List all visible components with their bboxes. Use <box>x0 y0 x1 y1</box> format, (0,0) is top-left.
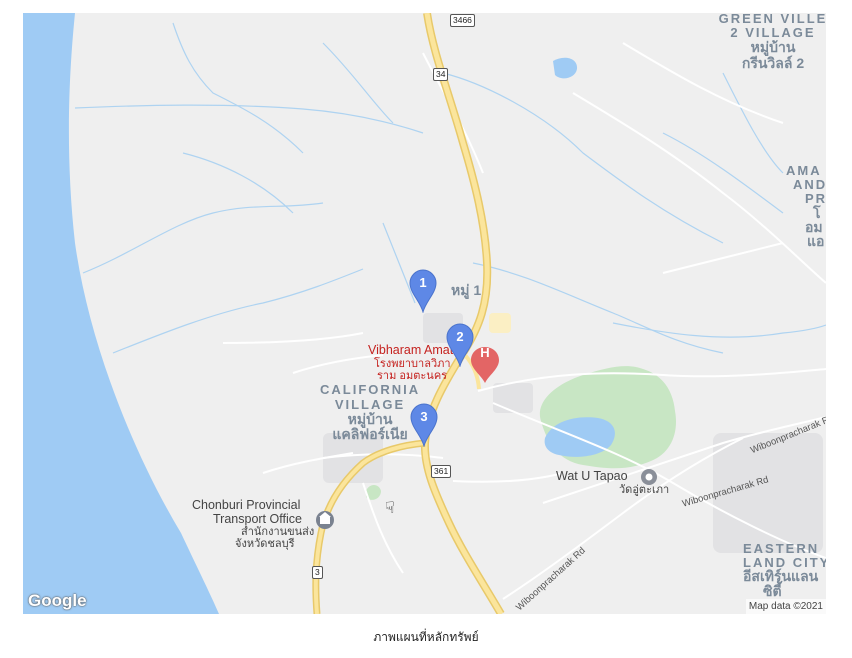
route-shield-34: 34 <box>433 68 449 81</box>
area-label-california-village: VILLAGE <box>334 397 406 412</box>
map-marker-2[interactable]: 2 <box>446 323 474 367</box>
poi-label-transport-office-th: สำนักงานขนส่ง <box>241 526 315 538</box>
poi-label-transport-office-th2: จังหวัดชลบุรี <box>235 538 295 550</box>
area-label-moo1: หมู่ 1 <box>451 282 482 298</box>
route-shield-3: 3 <box>312 566 323 579</box>
poi-label-temple[interactable]: Wat U Tapao <box>556 470 628 483</box>
area-label-california: CALIFORNIA <box>320 382 421 397</box>
area-label-green-ville-th: หมู่บ้าน <box>750 39 796 55</box>
area-label-green-ville: GREEN VILLE <box>718 13 826 26</box>
area-label-eastern-th: อีสเทิร์นแลน <box>743 568 819 584</box>
map-caption: ภาพแผนที่หลักทรัพย์ <box>373 630 479 644</box>
area-label-eastern-th2: ซิตี้ <box>763 583 782 599</box>
map-canvas[interactable] <box>23 13 826 614</box>
area-label-green-ville-th2: กรีนวิลล์ 2 <box>741 55 805 71</box>
government-building-icon <box>316 511 334 529</box>
map-attribution[interactable]: Map data ©2021 <box>745 599 826 614</box>
route-shield-3466: 3466 <box>450 14 475 27</box>
marker-label: 1 <box>419 275 427 290</box>
area-label-ama-4: โ <box>813 205 821 221</box>
area-label-ama-5: อม <box>805 219 823 235</box>
area-label-ama-3: PR <box>805 191 826 206</box>
hand-cursor-icon: ☟ <box>385 500 395 517</box>
area-label-green-ville-2: 2 VILLAGE <box>730 25 816 40</box>
marker-label: 3 <box>420 409 428 424</box>
temple-icon <box>641 469 657 485</box>
map-view[interactable]: GREEN VILLE 2 VILLAGE หมู่บ้าน กรีนวิลล์… <box>23 13 826 614</box>
hospital-letter: H <box>480 345 490 360</box>
area-label-ama-6: แอ <box>807 233 825 249</box>
poi-label-hospital-th2: ราม อมตะนคร <box>377 370 448 382</box>
map-marker-3[interactable]: 3 <box>410 403 438 447</box>
google-logo[interactable]: Google <box>28 591 87 611</box>
marker-label: 2 <box>456 329 464 344</box>
area-label-ama-2: AND <box>793 177 826 192</box>
poi-label-transport-office[interactable]: Chonburi Provincial <box>192 499 300 512</box>
area-label-california-th2: แคลิฟอร์เนีย <box>332 426 408 442</box>
poi-label-hospital-th: โรงพยาบาลวิภา <box>374 358 451 370</box>
area-label-california-th: หมู่บ้าน <box>347 411 393 427</box>
route-shield-361: 361 <box>431 465 452 478</box>
poi-label-transport-office-2: Transport Office <box>213 512 302 526</box>
area-label-eastern: EASTERN <box>743 541 820 556</box>
map-marker-1[interactable]: 1 <box>409 269 437 313</box>
poi-label-temple-th: วัดอู่ตะเภา <box>619 484 670 496</box>
area-label-ama-1: AMA <box>786 163 822 178</box>
